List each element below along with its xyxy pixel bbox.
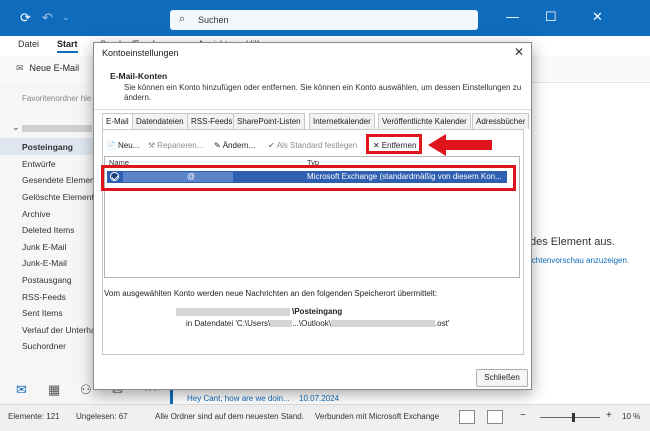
delivery-data-file: in Datendatei 'C:\Users\ ...\Outlook\ .ost… bbox=[186, 319, 449, 328]
tab-veroeffentlichte-kalender[interactable]: Veröffentlichte Kalender bbox=[378, 113, 471, 129]
folder-item[interactable]: Junk-E-Mail bbox=[22, 258, 67, 268]
dialog-description: Sie können ein Konto hinzufügen oder ent… bbox=[124, 83, 522, 102]
new-mail-label: Neue E-Mail bbox=[29, 63, 80, 73]
status-folders: Alle Ordner sind auf dem neuesten Stand. bbox=[155, 412, 304, 421]
folder-item[interactable]: Deleted Items bbox=[22, 225, 74, 235]
folder-item[interactable]: Posteingang bbox=[22, 142, 73, 152]
new-mail-button[interactable]: ✉ Neue E-Mail bbox=[16, 63, 79, 74]
change-icon: ✎ bbox=[214, 141, 221, 150]
tab-sharepoint-listen[interactable]: SharePoint-Listen bbox=[233, 113, 305, 129]
tab-rss-feeds[interactable]: RSS-Feeds bbox=[187, 113, 237, 129]
tab-email[interactable]: E-Mail bbox=[102, 113, 133, 130]
set-default-label: Als Standard festlegen bbox=[276, 141, 358, 150]
delivery-folder: \Posteingang bbox=[292, 307, 343, 316]
tab-datendateien[interactable]: Datendateien bbox=[132, 113, 188, 129]
sync-icon[interactable]: ⟳ bbox=[20, 10, 31, 26]
account-settings-dialog: Kontoeinstellungen ✕ E-Mail-Konten Sie k… bbox=[93, 42, 532, 390]
tab-internetkalender[interactable]: Internetkalender bbox=[309, 113, 375, 129]
data-file-suffix: .ost' bbox=[434, 319, 450, 328]
tab-datei[interactable]: Datei bbox=[18, 39, 39, 49]
new-account-button[interactable]: 📄 Neu... bbox=[106, 138, 139, 154]
zoom-out-icon[interactable]: − bbox=[520, 410, 526, 421]
people-icon[interactable]: ⚇ bbox=[80, 382, 92, 398]
folder-item[interactable]: Archive bbox=[22, 209, 50, 219]
mail-subject: Hey Cant, how are we doin... bbox=[187, 394, 290, 403]
repair-label: Reparieren... bbox=[157, 141, 204, 150]
dialog-heading: E-Mail-Konten bbox=[110, 71, 168, 81]
change-label: Ändern... bbox=[222, 141, 256, 150]
calendar-icon[interactable]: ▦ bbox=[48, 382, 60, 398]
undo-icon[interactable]: ↶ bbox=[42, 10, 53, 26]
folder-item[interactable]: Suchordner bbox=[22, 341, 66, 351]
folder-item[interactable]: Gelöschte Elemente bbox=[22, 192, 99, 202]
mail-icon: ✉ bbox=[16, 63, 24, 73]
dialog-tabs: E-Mail Datendateien RSS-Feeds SharePoint… bbox=[102, 113, 530, 130]
checkmark-icon: ✔ bbox=[268, 141, 275, 150]
repair-icon: ⚒ bbox=[148, 141, 156, 150]
search-placeholder: Suchen bbox=[198, 15, 229, 25]
folder-item[interactable]: RSS-Feeds bbox=[22, 292, 66, 302]
account-name-redacted[interactable] bbox=[22, 125, 92, 132]
dialog-title: Kontoeinstellungen bbox=[102, 48, 179, 58]
maximize-icon[interactable]: ☐ bbox=[545, 9, 557, 25]
close-icon[interactable]: ✕ bbox=[514, 45, 524, 59]
change-button[interactable]: ✎ Ändern... bbox=[214, 138, 255, 154]
arrow-shape bbox=[428, 134, 492, 156]
delivery-info: Vom ausgewählten Konto werden neue Nachr… bbox=[104, 289, 438, 298]
mail-icon[interactable]: ✉ bbox=[16, 382, 27, 398]
filename-redacted bbox=[330, 320, 435, 328]
mailbox-name-redacted bbox=[176, 308, 290, 316]
dialog-header: E-Mail-Konten Sie können ein Konto hinzu… bbox=[94, 63, 531, 110]
new-icon: 📄 bbox=[106, 141, 116, 150]
close-button[interactable]: Schließen bbox=[476, 369, 528, 387]
status-bar: Elemente: 121 Ungelesen: 67 Alle Ordner … bbox=[0, 404, 650, 431]
normal-view-icon[interactable] bbox=[459, 410, 475, 424]
new-label: Neu... bbox=[117, 141, 140, 150]
reading-pane-text: des Element aus. bbox=[530, 236, 615, 248]
status-items: Elemente: 121 bbox=[8, 412, 60, 421]
folder-item[interactable]: Entwürfe bbox=[22, 159, 56, 169]
chevron-down-icon[interactable]: ⌄ bbox=[12, 122, 20, 133]
annotation-box-account bbox=[101, 165, 516, 191]
minimize-icon[interactable]: — bbox=[506, 9, 519, 24]
title-bar: ⟳ ↶ ⌄ ⌕ Suchen — ☐ ✕ bbox=[0, 0, 650, 36]
zoom-slider-thumb[interactable] bbox=[572, 413, 575, 422]
zoom-in-icon[interactable]: + bbox=[606, 410, 612, 421]
username-redacted bbox=[270, 320, 293, 328]
zoom-level: 10 % bbox=[622, 412, 641, 421]
zoom-slider[interactable] bbox=[540, 417, 600, 418]
favorites-hint: Favoritenordner hie bbox=[22, 94, 92, 103]
status-connection: Verbunden mit Microsoft Exchange bbox=[315, 412, 440, 421]
search-input[interactable]: ⌕ Suchen bbox=[170, 10, 478, 30]
reading-pane-link[interactable]: ichtenvorschau anzuzeigen. bbox=[530, 256, 629, 265]
folder-pane: Favoritenordner hie ⌄ Posteingang Entwür… bbox=[0, 82, 114, 404]
mail-date: 10.07.2024 bbox=[299, 394, 340, 403]
close-window-icon[interactable]: ✕ bbox=[592, 9, 603, 25]
tab-start[interactable]: Start bbox=[57, 39, 78, 53]
tab-adressbuecher[interactable]: Adressbücher bbox=[472, 113, 530, 129]
repair-button[interactable]: ⚒ Reparieren... bbox=[148, 138, 203, 154]
folder-item[interactable]: Gesendete Elemente bbox=[22, 175, 102, 185]
folder-item[interactable]: Junk E-Mail bbox=[22, 242, 66, 252]
reading-view-icon[interactable] bbox=[487, 410, 503, 424]
annotation-arrow-icon bbox=[428, 134, 492, 156]
data-file-mid: ...\Outlook\ bbox=[292, 319, 331, 328]
search-icon: ⌕ bbox=[179, 13, 186, 25]
folder-item[interactable]: Postausgang bbox=[22, 275, 72, 285]
chevron-down-icon[interactable]: ⌄ bbox=[62, 12, 70, 23]
annotation-box-remove bbox=[366, 134, 422, 154]
status-unread: Ungelesen: 67 bbox=[76, 412, 128, 421]
data-file-prefix: in Datendatei 'C:\Users\ bbox=[186, 319, 271, 328]
set-default-button[interactable]: ✔ Als Standard festlegen bbox=[268, 138, 357, 154]
folder-item[interactable]: Sent Items bbox=[22, 308, 63, 318]
